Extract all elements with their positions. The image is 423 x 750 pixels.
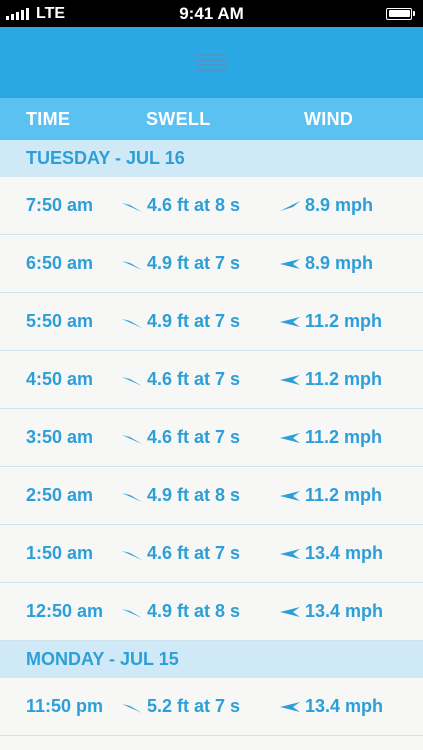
hamburger-menu-icon[interactable] <box>195 53 228 72</box>
swell-value: 4.6 ft at 8 s <box>147 195 241 215</box>
row-swell: 4.9 ft at 7 s <box>122 293 240 350</box>
wind-value: 8.9 mph <box>305 253 374 273</box>
swell-direction-arrow-icon <box>122 432 142 444</box>
forecast-row[interactable]: 12:50 am 4.9 ft at 8 s 13.4 mph <box>0 583 423 641</box>
swell-value: 4.6 ft at 7 s <box>147 369 241 389</box>
wind-arrow-left-icon <box>280 490 300 502</box>
section-header-day: TUESDAY - JUL 16 <box>0 140 423 177</box>
row-wind: 11.2 mph <box>280 293 382 350</box>
wind-value: 11.2 mph <box>305 427 383 447</box>
swell-value: 4.9 ft at 8 s <box>147 485 241 505</box>
nav-header <box>0 27 423 98</box>
swell-value: 4.9 ft at 8 s <box>147 601 241 621</box>
row-wind: 11.2 mph <box>280 467 382 524</box>
wind-value: 11.2 mph <box>305 311 383 331</box>
row-wind: 13.4 mph <box>280 525 383 582</box>
wind-arrow-left-icon <box>280 548 300 560</box>
swell-direction-arrow-icon <box>122 548 142 560</box>
row-time: 4:50 am <box>26 369 94 389</box>
forecast-row[interactable]: 11:50 pm 5.2 ft at 7 s 13.4 mph <box>0 678 423 736</box>
app-screen: LTE 9:41 AM TIME SWELL WIND TUESDAY - JU… <box>0 0 423 750</box>
forecast-row[interactable]: 7:50 am 4.6 ft at 8 s 8.9 mph <box>0 177 423 235</box>
row-wind: 13.4 mph <box>280 678 383 735</box>
row-wind: 13.4 mph <box>280 583 383 640</box>
row-swell: 4.6 ft at 8 s <box>122 177 240 234</box>
wind-value: 13.4 mph <box>305 696 384 716</box>
row-wind: 11.2 mph <box>280 409 382 466</box>
forecast-row[interactable]: 3:50 am 4.6 ft at 7 s 11.2 mph <box>0 409 423 467</box>
forecast-row[interactable]: 1:50 am 4.6 ft at 7 s 13.4 mph <box>0 525 423 583</box>
column-header-wind: WIND <box>304 109 354 129</box>
forecast-row[interactable]: 5:50 am 4.9 ft at 7 s 11.2 mph <box>0 293 423 351</box>
forecast-row[interactable]: 6:50 am 4.9 ft at 7 s 8.9 mph <box>0 235 423 293</box>
row-swell: 4.9 ft at 7 s <box>122 235 240 292</box>
row-time: 6:50 am <box>26 253 94 273</box>
row-swell: 4.6 ft at 7 s <box>122 409 240 466</box>
swell-direction-arrow-icon <box>122 374 142 386</box>
wind-arrow-left-icon <box>280 258 300 270</box>
swell-value: 4.9 ft at 7 s <box>147 311 241 331</box>
swell-value: 4.6 ft at 7 s <box>147 543 241 563</box>
column-header-bar: TIME SWELL WIND <box>0 98 423 140</box>
status-bar: LTE 9:41 AM <box>0 0 423 27</box>
wind-value: 11.2 mph <box>305 369 383 389</box>
row-wind: 8.9 mph <box>280 177 373 234</box>
row-time: 5:50 am <box>26 311 94 331</box>
signal-strength-icon <box>6 7 29 20</box>
wind-arrow-left-icon <box>280 432 300 444</box>
wind-arrow-left-icon <box>280 606 300 618</box>
row-swell: 4.9 ft at 8 s <box>122 467 240 524</box>
section-header-day: MONDAY - JUL 15 <box>0 641 423 678</box>
forecast-row[interactable]: 2:50 am 4.9 ft at 8 s 11.2 mph <box>0 467 423 525</box>
wind-arrow-left-icon <box>280 701 300 713</box>
swell-direction-arrow-icon <box>122 316 142 328</box>
column-header-time: TIME <box>26 109 71 129</box>
forecast-row[interactable]: 4:50 am 4.6 ft at 7 s 11.2 mph <box>0 351 423 409</box>
row-swell: 4.9 ft at 8 s <box>122 583 240 640</box>
row-wind: 11.2 mph <box>280 351 382 408</box>
row-swell: 5.2 ft at 7 s <box>122 678 240 735</box>
row-swell: 4.6 ft at 7 s <box>122 351 240 408</box>
swell-direction-arrow-icon <box>122 701 142 713</box>
wind-arrow-left-icon <box>280 316 300 328</box>
wind-arrow-up-left-icon <box>280 200 300 212</box>
row-time: 11:50 pm <box>26 696 104 716</box>
swell-direction-arrow-icon <box>122 490 142 502</box>
swell-direction-arrow-icon <box>122 200 142 212</box>
wind-value: 13.4 mph <box>305 601 384 621</box>
swell-value: 5.2 ft at 7 s <box>147 696 241 716</box>
row-time: 2:50 am <box>26 485 94 505</box>
wind-value: 13.4 mph <box>305 543 384 563</box>
row-time: 1:50 am <box>26 543 94 563</box>
row-time: 12:50 am <box>26 601 104 621</box>
swell-value: 4.9 ft at 7 s <box>147 253 241 273</box>
swell-direction-arrow-icon <box>122 258 142 270</box>
swell-direction-arrow-icon <box>122 606 142 618</box>
carrier-label: LTE <box>36 4 66 22</box>
row-wind: 8.9 mph <box>280 235 373 292</box>
wind-value: 8.9 mph <box>305 195 374 215</box>
row-swell: 4.6 ft at 7 s <box>122 525 240 582</box>
column-header-swell: SWELL <box>146 109 211 129</box>
wind-arrow-left-icon <box>280 374 300 386</box>
swell-value: 4.6 ft at 7 s <box>147 427 241 447</box>
row-time: 7:50 am <box>26 195 94 215</box>
status-left: LTE <box>6 5 65 23</box>
battery-icon <box>386 7 415 20</box>
wind-value: 11.2 mph <box>305 485 383 505</box>
row-time: 3:50 am <box>26 427 94 447</box>
